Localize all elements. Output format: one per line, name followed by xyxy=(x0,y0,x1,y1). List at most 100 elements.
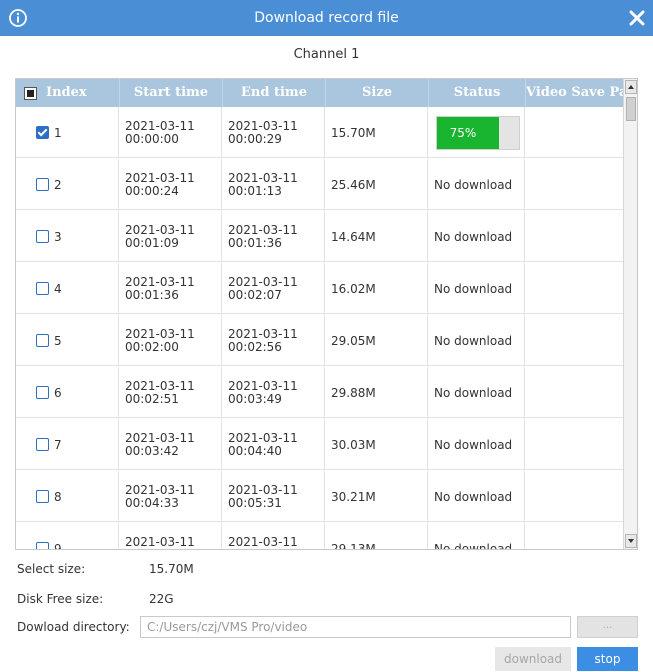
status-cell: No download xyxy=(428,471,525,522)
index-cell: 9 xyxy=(16,523,119,549)
table-row[interactable]: 1 2021-03-11 00:00:00 2021-03-11 00:00:29 15.… xyxy=(16,107,637,158)
end-time-cell-date: 2021-03-11 xyxy=(228,274,298,289)
directory-input[interactable]: C:/Users/czj/VMS Pro/video xyxy=(140,616,571,638)
index-cell: 5 xyxy=(16,315,119,366)
end-time-cell: 2021-03-11 00:01:36 xyxy=(222,211,325,262)
row-checkbox[interactable] xyxy=(36,282,49,295)
start-time-cell: 2021-03-11 00:02:51 xyxy=(119,367,222,418)
end-time-cell: 2021-03-11 00:03:49 xyxy=(222,367,325,418)
start-time-cell-date: 2021-03-11 xyxy=(125,430,195,445)
end-time-cell-date: 2021-03-11 xyxy=(228,118,298,133)
record-table-body: Index Start time End time Size Status Vi… xyxy=(16,79,637,549)
start-time-cell-clock: 00:03:42 xyxy=(125,443,179,458)
vertical-scrollbar[interactable] xyxy=(623,79,637,549)
progress-text: 75% xyxy=(449,125,477,140)
status-cell: No download xyxy=(428,211,525,262)
size-cell: 29.13M xyxy=(325,523,428,549)
start-time-cell-clock: 00:04:33 xyxy=(125,495,179,510)
end-time-cell: 2021-03-11 00:00:29 xyxy=(222,107,325,158)
start-time-cell: 2021-03-11 00:00:24 xyxy=(119,159,222,210)
end-time-cell: 2021-03-11 00:02:56 xyxy=(222,315,325,366)
header-start-time[interactable]: Start time xyxy=(119,79,222,107)
row-checkbox[interactable] xyxy=(36,126,49,139)
browse-button[interactable]: ... xyxy=(577,616,638,638)
video-save-path-cell xyxy=(525,107,637,158)
header-status[interactable]: Status xyxy=(428,79,525,107)
start-time-cell-clock: 00:00:00 xyxy=(125,131,179,146)
start-time-cell-date: 2021-03-11 xyxy=(125,170,195,185)
row-checkbox[interactable] xyxy=(36,334,49,347)
table-row[interactable]: 4 2021-03-11 00:01:36 2021-03-11 00:02:07 16.… xyxy=(16,263,637,314)
video-save-path-cell xyxy=(525,419,637,470)
row-checkbox[interactable] xyxy=(36,178,49,191)
row-index: 8 xyxy=(54,489,62,504)
row-checkbox[interactable] xyxy=(36,438,49,451)
start-time-cell: 2021-03-11 00:01:36 xyxy=(119,263,222,314)
row-index: 5 xyxy=(54,333,62,348)
start-time-cell-clock: 00:01:09 xyxy=(125,235,179,250)
video-save-path-cell xyxy=(525,523,637,549)
table-row[interactable]: 92021-03-1100:05:272021-03-1100:06:2229.… xyxy=(16,523,637,549)
row-checkbox[interactable] xyxy=(36,490,49,503)
start-time-cell-date: 2021-03-11 xyxy=(125,378,195,393)
index-cell: 6 xyxy=(16,367,119,418)
video-save-path-cell xyxy=(525,211,637,262)
start-time-cell-clock: 00:02:51 xyxy=(125,391,179,406)
end-time-cell-date: 2021-03-11 xyxy=(228,326,298,341)
end-time-cell: 2021-03-11 00:02:07 xyxy=(222,263,325,314)
select-size-value: 15.70M xyxy=(149,562,194,576)
video-save-path-cell xyxy=(525,315,637,366)
header-index-cell: Index xyxy=(16,79,119,107)
start-time-cell-date: 2021-03-11 xyxy=(125,482,195,497)
status-cell: No download xyxy=(428,315,525,366)
header-video-save-path[interactable]: Video Save Path xyxy=(525,79,637,107)
index-cell: 8 xyxy=(16,471,119,522)
row-checkbox[interactable] xyxy=(36,386,49,399)
table-row[interactable]: 7 2021-03-11 00:03:42 2021-03-11 00:04:40 30.… xyxy=(16,419,637,470)
table-row[interactable]: 3 2021-03-11 00:01:09 2021-03-11 00:01:36 14.… xyxy=(16,211,637,262)
table-row[interactable]: 2 2021-03-11 00:00:24 2021-03-11 00:01:13 25.… xyxy=(16,159,637,210)
table-row[interactable]: 8 2021-03-11 00:04:33 2021-03-11 00:05:31 30.… xyxy=(16,471,637,522)
header-size[interactable]: Size xyxy=(325,79,428,107)
end-time-cell-clock: 00:05:31 xyxy=(228,495,282,510)
stop-button[interactable]: stop xyxy=(577,647,638,671)
channel-label: Channel 1 xyxy=(293,47,360,62)
table-row[interactable]: 6 2021-03-11 00:02:51 2021-03-11 00:03:49 29.… xyxy=(16,367,637,418)
size-cell: 16.02M xyxy=(325,263,428,314)
start-time-cell-date: 2021-03-11 xyxy=(125,118,195,133)
video-save-path-cell xyxy=(525,263,637,314)
download-progress-bar: 75% xyxy=(436,115,520,150)
select-all-checkbox[interactable] xyxy=(24,87,37,100)
index-cell: 2 xyxy=(16,159,119,210)
row-checkbox[interactable] xyxy=(36,542,49,549)
close-icon[interactable] xyxy=(625,6,649,30)
video-save-path-cell xyxy=(525,471,637,522)
end-time-cell-clock: 00:01:36 xyxy=(228,235,282,250)
status-cell: No download xyxy=(428,367,525,418)
end-time-cell-clock: 00:02:56 xyxy=(228,339,282,354)
end-time-cell-date: 2021-03-11 xyxy=(228,378,298,393)
scroll-thumb[interactable] xyxy=(626,97,636,121)
header-index: Index xyxy=(46,85,87,100)
index-cell: 3 xyxy=(16,211,119,262)
index-cell: 7 xyxy=(16,419,119,470)
row-index: 2 xyxy=(54,177,62,192)
start-time-cell-date: 2021-03-11 xyxy=(125,222,195,237)
end-time-cell-date: 2021-03-11 xyxy=(228,482,298,497)
header-end-time[interactable]: End time xyxy=(222,79,325,107)
row-checkbox[interactable] xyxy=(36,230,49,243)
download-button[interactable]: download xyxy=(495,647,571,671)
end-time-cell-date: 2021-03-11 xyxy=(228,170,298,185)
index-cell: 4 xyxy=(16,263,119,314)
status-cell: No download xyxy=(428,419,525,470)
scroll-down-icon[interactable] xyxy=(625,534,637,548)
end-time-cell-clock: 00:06:22 xyxy=(228,548,298,549)
scroll-up-icon[interactable] xyxy=(625,80,637,94)
row-index: 7 xyxy=(54,437,62,452)
size-cell: 15.70M xyxy=(325,107,428,158)
video-save-path-cell xyxy=(525,159,637,210)
title-bar: Download record file xyxy=(0,0,653,36)
table-row[interactable]: 5 2021-03-11 00:02:00 2021-03-11 00:02:56 29.… xyxy=(16,315,637,366)
row-index: 4 xyxy=(54,281,62,296)
size-cell: 30.03M xyxy=(325,419,428,470)
